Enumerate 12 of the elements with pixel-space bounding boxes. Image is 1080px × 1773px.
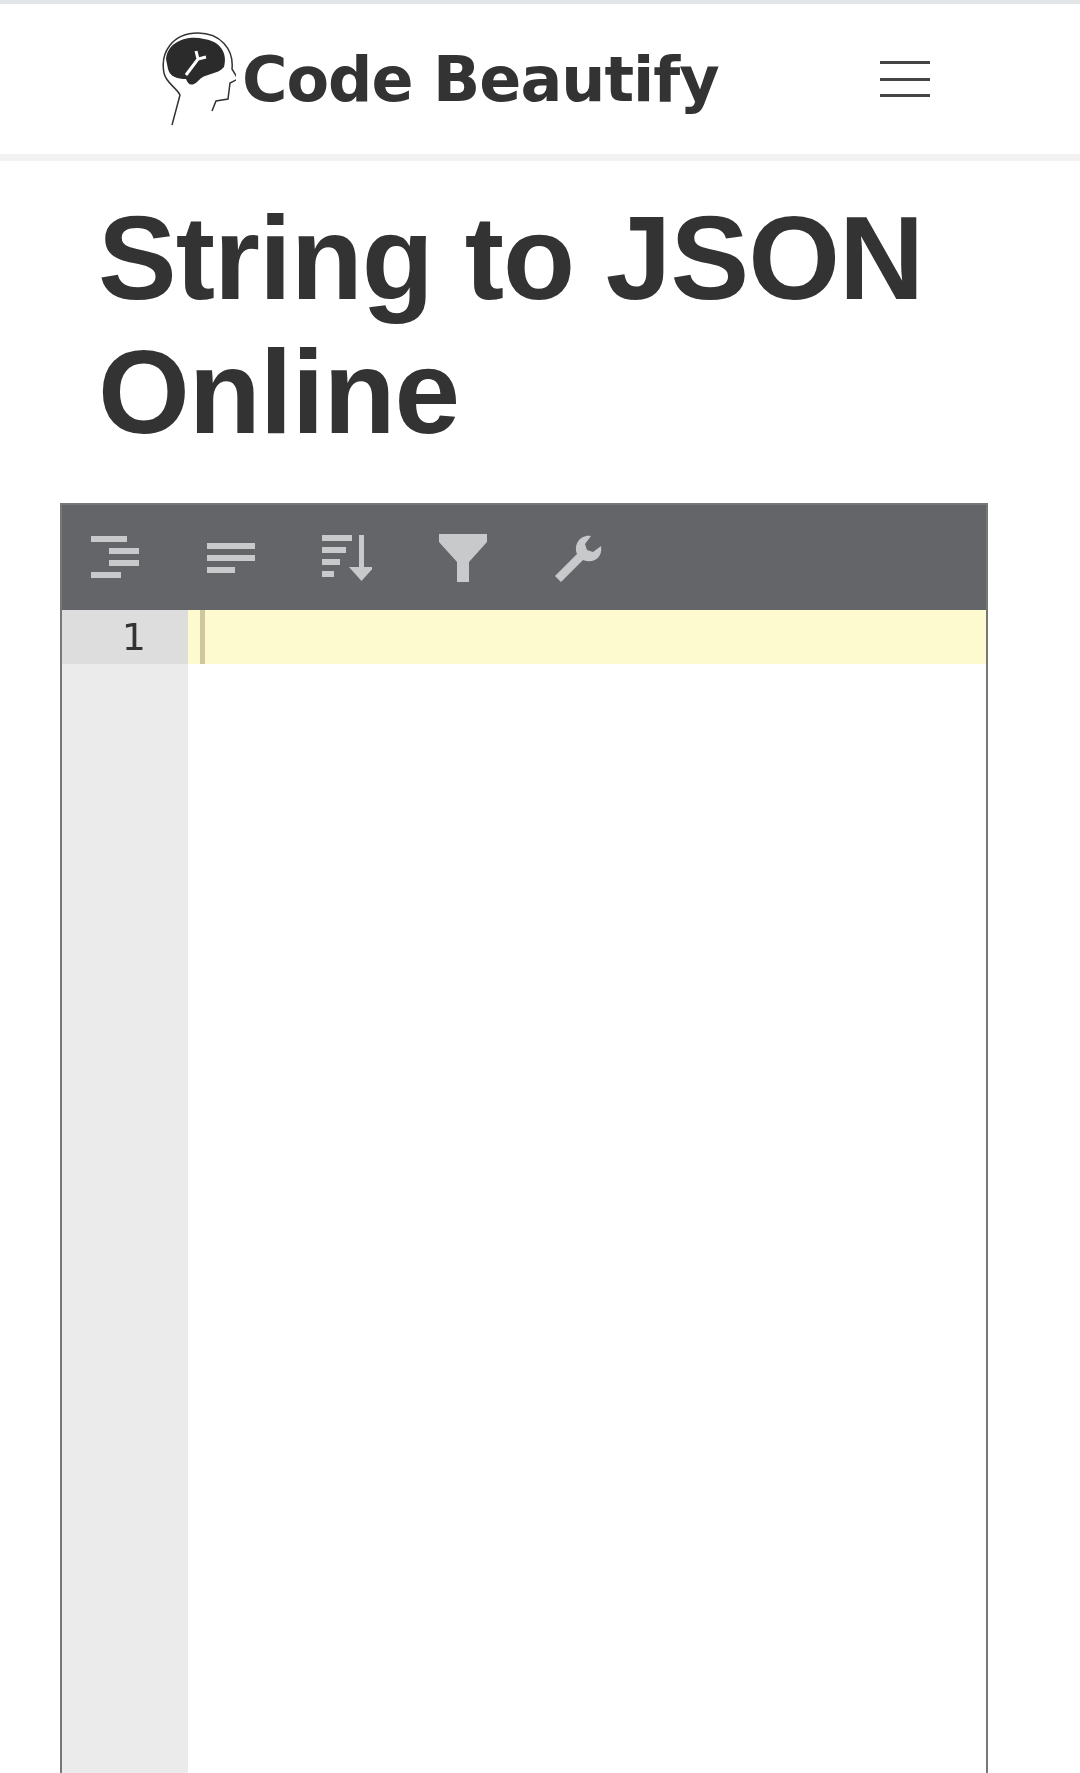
lines-icon: [207, 542, 255, 573]
text-cursor: [200, 610, 205, 664]
indent-icon: [91, 535, 139, 580]
page-title: String to JSON Online: [98, 191, 925, 459]
filter-icon: [439, 533, 487, 582]
wrench-icon: [555, 533, 603, 582]
filter-button[interactable]: [438, 532, 488, 583]
sort-icon: [322, 534, 372, 581]
menu-button[interactable]: [880, 61, 930, 97]
logo-text: Code Beautify: [242, 42, 719, 116]
sort-button[interactable]: [322, 532, 372, 583]
line-number: 1: [62, 610, 188, 664]
